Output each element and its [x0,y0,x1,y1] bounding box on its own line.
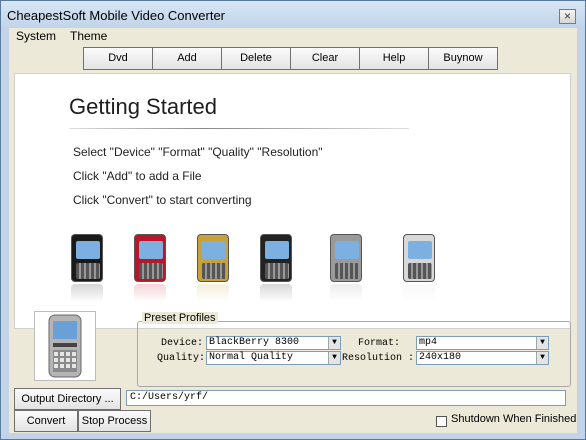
blackberry-curve-white-icon [403,234,435,282]
gold-phone-reflection [197,284,229,302]
output-path-input[interactable]: C:/Users/yrf/ [126,390,566,406]
help-button[interactable]: Help [359,47,429,70]
quality-select[interactable]: Normal Quality ▼ [206,351,341,365]
shutdown-checkbox[interactable] [436,416,447,427]
shutdown-label: Shutdown When Finished [451,413,577,425]
blackberry-preview-icon [48,314,82,378]
convert-button[interactable]: Convert [14,410,78,432]
getting-started-title: Getting Started [69,94,217,119]
device-value: BlackBerry 8300 [209,337,300,348]
instruction-add: Click "Add" to add a File [73,169,202,183]
blackberry-bold-icon [260,234,292,282]
menu-bar: System Theme [9,28,577,45]
instruction-convert: Click "Convert" to start converting [73,193,252,207]
format-label: Format: [358,338,401,349]
buynow-button[interactable]: Buynow [428,47,498,70]
red-flip-phone-reflection [134,284,166,302]
menu-system[interactable]: System [16,29,56,43]
gold-phone-icon [197,234,229,282]
device-label: Device: [161,338,204,349]
blackberry-curve-silver-icon [330,234,362,282]
chevron-down-icon[interactable]: ▼ [536,352,548,364]
chevron-down-icon[interactable]: ▼ [328,352,340,364]
window-title: CheapestSoft Mobile Video Converter [7,8,225,23]
quality-label: Quality: [157,353,206,364]
title-bar[interactable]: CheapestSoft Mobile Video Converter × [1,1,585,29]
clear-button[interactable]: Clear [290,47,360,70]
title-divider [69,128,409,129]
client-area: System Theme Dvd Add Delete Clear Help B… [9,28,577,433]
resolution-value: 240x180 [419,352,462,363]
iphone-reflection [71,284,103,302]
instruction-select: Select "Device" "Format" "Quality" "Reso… [73,145,323,159]
app-window: CheapestSoft Mobile Video Converter × Sy… [0,0,586,440]
resolution-label: Resolution : [342,353,415,364]
getting-started-panel: Getting Started Select "Device" "Format"… [14,73,571,329]
resolution-select[interactable]: 240x180 ▼ [416,351,549,365]
chevron-down-icon[interactable]: ▼ [536,337,548,349]
toolbar: Dvd Add Delete Clear Help Buynow [83,47,498,70]
blackberry-bold-reflection [260,284,292,302]
blackberry-curve-white-reflection [403,284,435,302]
add-button[interactable]: Add [152,47,222,70]
device-preview [34,311,96,381]
blackberry-curve-silver-reflection [330,284,362,302]
menu-theme[interactable]: Theme [70,29,107,43]
format-value: mp4 [419,337,438,348]
stop-process-button[interactable]: Stop Process [78,410,151,432]
iphone-icon [71,234,103,282]
output-directory-button[interactable]: Output Directory ... [14,388,121,410]
format-select[interactable]: mp4 ▼ [416,336,549,350]
red-flip-phone-icon [134,234,166,282]
preset-profiles-legend: Preset Profiles [142,312,218,324]
device-select[interactable]: BlackBerry 8300 ▼ [206,336,341,350]
dvd-button[interactable]: Dvd [83,47,153,70]
delete-button[interactable]: Delete [221,47,291,70]
quality-value: Normal Quality [209,352,294,363]
close-button[interactable]: × [559,9,576,24]
chevron-down-icon[interactable]: ▼ [328,337,340,349]
